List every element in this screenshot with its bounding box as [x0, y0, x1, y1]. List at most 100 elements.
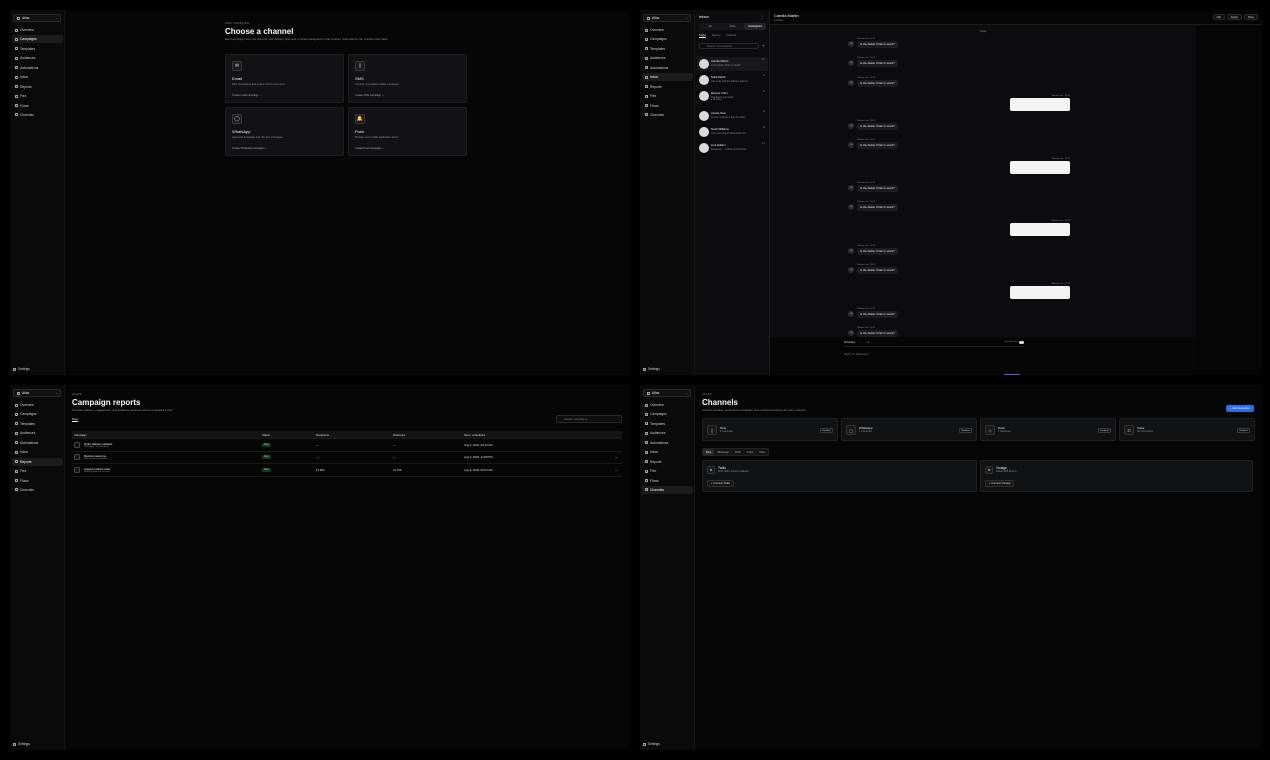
settings-link[interactable]: Settings: [643, 742, 660, 746]
conversation-item[interactable]: Amara Osei Is there a different item for …: [697, 109, 768, 123]
channel-card-voice[interactable]: ✆ Voice No connections Enabled: [1119, 418, 1255, 441]
conversation-item[interactable]: Noah Williams Can I get product dimension…: [697, 125, 768, 139]
create-push-link[interactable]: Create Push campaign →: [355, 147, 385, 150]
sidebar-item-campaigns[interactable]: Campaigns: [12, 410, 63, 418]
channel-card-sms[interactable]: ▯ Sms 1 connection Enabled: [702, 418, 838, 441]
sidebar-item-flows[interactable]: Flows: [642, 477, 693, 485]
sidebar-item-flex[interactable]: Flex: [642, 92, 693, 100]
sidebar-item-automations[interactable]: Automations: [642, 439, 693, 447]
more-icon[interactable]: ⋯: [615, 452, 618, 464]
sidebar-item-flows[interactable]: Flows: [12, 102, 63, 110]
add-connection-button[interactable]: + Add connection: [1226, 405, 1254, 412]
conversation-item[interactable]: Camila Martin Is the Atelier Chair in sto…: [697, 57, 768, 71]
connect-twilio-button[interactable]: + Connect Twilio: [707, 480, 735, 487]
conversation-item[interactable]: Sofia Martin Can I pay with the delivery …: [697, 73, 768, 87]
sidebar-item-reports[interactable]: Reports: [12, 83, 63, 91]
sidebar-item-overview[interactable]: Overview: [12, 401, 63, 409]
table-row[interactable]: Member welcome Welcome new members Sent —…: [72, 452, 622, 464]
segment-unassigned[interactable]: Unassigned: [743, 23, 766, 30]
sidebar-item-inbox[interactable]: Inbox: [642, 448, 693, 456]
sidebar-item-channels[interactable]: Channels: [642, 485, 693, 494]
sidebar-item-automations[interactable]: Automations: [12, 439, 63, 447]
sidebar-item-campaigns[interactable]: Campaigns: [642, 410, 693, 418]
flows-icon: [15, 479, 18, 482]
sidebar-item-channels[interactable]: Channels: [12, 486, 63, 494]
sidebar-item-audiences[interactable]: Audiences: [12, 429, 63, 437]
settings-link[interactable]: Settings: [13, 367, 30, 371]
sidebar-item-automations[interactable]: Automations: [642, 64, 693, 72]
reply-input[interactable]: Reply on WhatsApp…: [844, 352, 872, 356]
connect-vonage-button[interactable]: + Connect Vonage: [985, 480, 1015, 487]
page-subtitle: Connect senders, synchronize templates, …: [702, 408, 807, 412]
channel-card-push[interactable]: ◇ Push 1 connection Enabled: [980, 418, 1116, 441]
sidebar-item-templates[interactable]: Templates: [642, 45, 693, 53]
assign-button[interactable]: Assign: [1226, 14, 1242, 20]
tab-chat[interactable]: Chat: [756, 449, 767, 455]
sidebar-item-campaigns[interactable]: Campaigns: [642, 35, 693, 43]
channel-card-sms[interactable]: ▯ SMS Concise, immediate mobile messages…: [348, 54, 467, 103]
sidebar-item-automations[interactable]: Automations: [12, 64, 63, 72]
sidebar-item-templates[interactable]: Templates: [642, 420, 693, 428]
more-icon[interactable]: ⋮: [760, 14, 764, 19]
channel-card-whatsapp[interactable]: ◯ WhatsApp Approved templates and rich-t…: [225, 107, 344, 156]
sidebar-item-overview[interactable]: Overview: [12, 26, 63, 34]
sidebar-item-templates[interactable]: Templates: [12, 420, 63, 428]
channel-card-email[interactable]: ✉ Email Rich newsletters and product ann…: [225, 54, 344, 103]
table-row[interactable]: Order delivery updates WhatsApp · transac…: [72, 439, 622, 452]
sidebar-item-inbox[interactable]: Inbox: [12, 448, 63, 456]
workspace-switcher[interactable]: Atlas ⌄: [643, 14, 691, 22]
settings-link[interactable]: Settings: [643, 367, 660, 371]
tab-push[interactable]: Push: [732, 449, 744, 455]
sidebar-item-flows[interactable]: Flows: [642, 102, 693, 110]
conversation-item[interactable]: Lina Hakimi Received! — Follow up tomorro…: [697, 141, 768, 155]
sidebar-item-channels[interactable]: Channels: [642, 111, 693, 119]
sidebar-item-flows[interactable]: Flows: [12, 477, 63, 485]
composer-channel[interactable]: WhatsApp: [844, 341, 855, 344]
filter-icon[interactable]: ⏷: [762, 44, 765, 48]
sidebar-item-inbox[interactable]: Inbox: [12, 73, 63, 81]
conversation-search-input[interactable]: Search conversations: [699, 43, 759, 49]
campaign-search-input[interactable]: Search campaigns...: [556, 415, 622, 423]
tab-agency[interactable]: Agency: [712, 34, 721, 38]
sidebar-item-overview[interactable]: Overview: [642, 401, 693, 409]
sidebar-item-overview[interactable]: Overview: [642, 26, 693, 34]
contact-name: Camila Martin: [774, 13, 799, 18]
sidebar-item-flex[interactable]: Flex: [12, 467, 63, 475]
settings-link[interactable]: Settings: [13, 742, 30, 746]
tab-stage[interactable]: Stage: [699, 34, 706, 38]
table-row[interactable]: August product notes Monthly update to al…: [72, 464, 622, 477]
create-sms-link[interactable]: Create SMS campaign →: [355, 94, 384, 97]
tab-voice[interactable]: Voice: [744, 449, 756, 455]
create-whatsapp-link[interactable]: Create WhatsApp campaign →: [232, 147, 268, 150]
sidebar-item-audiences[interactable]: Audiences: [12, 54, 63, 62]
create-email-link[interactable]: Create email campaign →: [232, 94, 262, 97]
segment-all[interactable]: All: [699, 23, 721, 30]
sidebar-item-reports[interactable]: Reports: [642, 458, 693, 466]
attach-icon[interactable]: ⌀: [868, 341, 869, 344]
sidebar-item-inbox[interactable]: Inbox: [642, 73, 693, 82]
internal-note-toggle[interactable]: [1019, 341, 1024, 344]
tab-sent[interactable]: Sent: [72, 417, 78, 422]
conversation-item[interactable]: Marcus Chen Thanks for your help! ● Pendin…: [697, 89, 768, 107]
sidebar-item-audiences[interactable]: Audiences: [642, 429, 693, 437]
sidebar-item-channels[interactable]: Channels: [12, 111, 63, 119]
sidebar-item-flex[interactable]: Flex: [642, 467, 693, 475]
sidebar-item-flex[interactable]: Flex: [12, 92, 63, 100]
workspace-switcher[interactable]: Atlas ⌄: [643, 389, 691, 397]
channel-card-push[interactable]: 🔔 Push Browser and mobile application al…: [348, 107, 467, 156]
close-button[interactable]: Close: [1243, 14, 1258, 20]
call-button[interactable]: Call: [1212, 14, 1225, 20]
channel-card-whatsapp[interactable]: ◯ Whatsapp 1 connection Enabled: [841, 418, 977, 441]
workspace-switcher[interactable]: Atlas ⌄: [13, 389, 61, 397]
segment-mine[interactable]: Mine: [721, 23, 743, 30]
more-icon[interactable]: ⋯: [615, 464, 618, 476]
tab-channel[interactable]: Channel: [726, 34, 736, 38]
tab-sms[interactable]: Sms: [703, 449, 715, 455]
sidebar-item-templates[interactable]: Templates: [12, 45, 63, 53]
sidebar-item-campaigns[interactable]: Campaigns: [12, 35, 63, 44]
tab-whatsapp[interactable]: Whatsapp: [714, 449, 732, 455]
sidebar-item-reports[interactable]: Reports: [642, 83, 693, 91]
sidebar-item-reports[interactable]: Reports: [12, 457, 63, 466]
workspace-switcher[interactable]: Atlas ⌄: [13, 14, 61, 22]
sidebar-item-audiences[interactable]: Audiences: [642, 54, 693, 62]
